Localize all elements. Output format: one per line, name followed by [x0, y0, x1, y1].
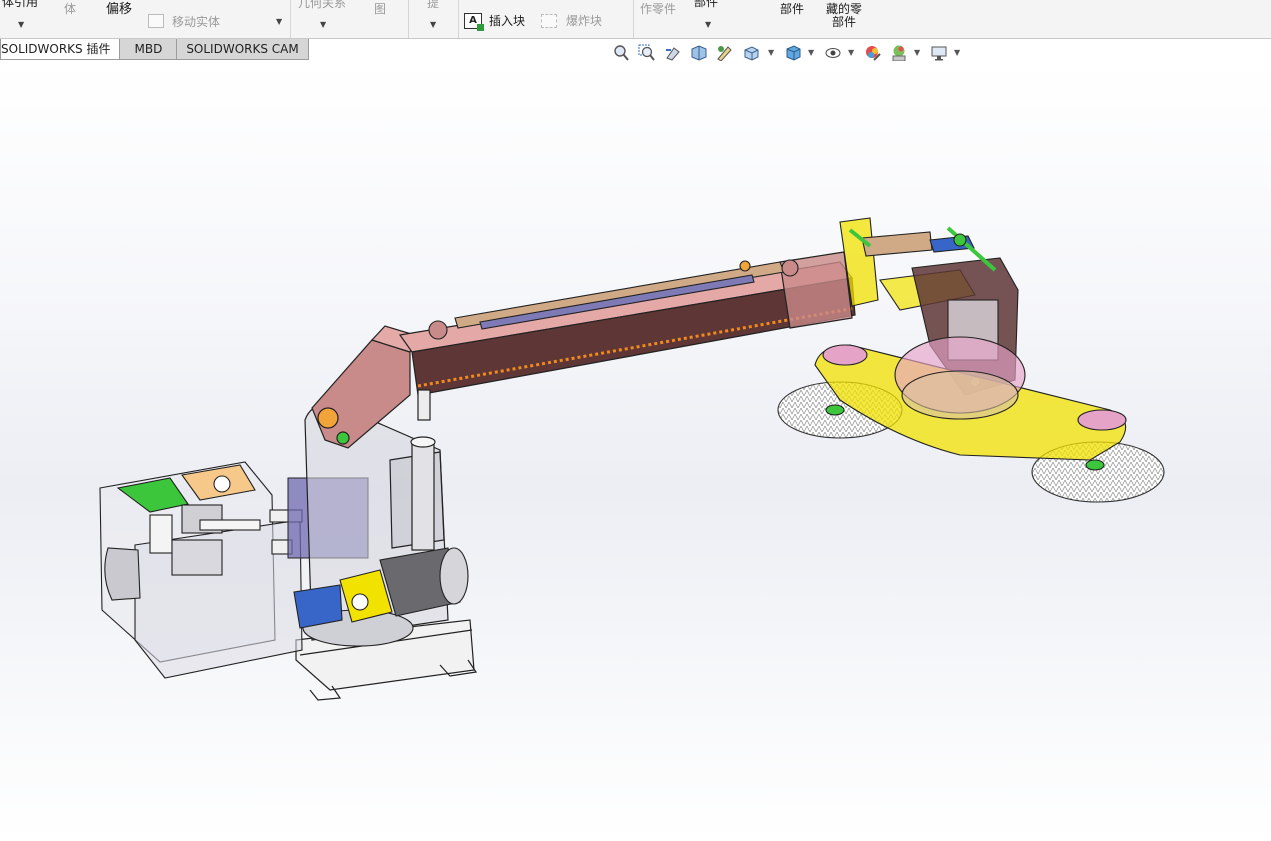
- chevron-down-icon[interactable]: ▼: [276, 17, 282, 26]
- tab-mbd[interactable]: MBD: [119, 39, 178, 60]
- lower-arm: [311, 325, 419, 449]
- main-boom: [398, 251, 856, 421]
- part-button[interactable]: 部件: [694, 0, 718, 9]
- graphics-area[interactable]: [0, 61, 1271, 841]
- ribbon-separator: [408, 0, 409, 38]
- quick-snaps-button[interactable]: 图: [374, 3, 386, 16]
- hint-button[interactable]: 提: [427, 0, 439, 10]
- offset-entities-button[interactable]: 偏移: [106, 3, 132, 16]
- convert-entities-button[interactable]: 体引用: [2, 0, 38, 9]
- display-relations-button[interactable]: 几何关系: [298, 0, 346, 10]
- chevron-down-icon[interactable]: ▼: [18, 20, 24, 29]
- move-entities-icon: [148, 14, 164, 28]
- extrude-body-button[interactable]: 体: [64, 3, 76, 16]
- saw-head: [777, 336, 1165, 503]
- command-manager-ribbon: 体引用 ▼ 体 偏移 移动实体 ▼ 几何关系 ▼ 图 提 ▼ A 插入块 爆炸块…: [0, 0, 1271, 39]
- ribbon-separator: [290, 0, 291, 38]
- hide-show-icon[interactable]: [824, 44, 842, 62]
- chevron-down-icon[interactable]: ▼: [430, 20, 436, 29]
- apply-scene-icon[interactable]: [890, 44, 908, 62]
- chevron-down-icon[interactable]: ▼: [808, 48, 814, 57]
- ribbon-separator: [458, 0, 459, 38]
- chevron-down-icon[interactable]: ▼: [954, 48, 960, 57]
- dynamic-annotation-icon[interactable]: [716, 44, 734, 62]
- insert-block-icon: A: [464, 13, 484, 31]
- previous-view-icon[interactable]: [664, 44, 682, 62]
- hidden-part-label: 部件: [832, 15, 857, 29]
- view-orientation-icon[interactable]: [742, 44, 760, 62]
- explode-block-button[interactable]: 爆炸块: [566, 15, 602, 28]
- chevron-down-icon[interactable]: ▼: [320, 20, 326, 29]
- chevron-down-icon[interactable]: ▼: [768, 48, 774, 57]
- zoom-to-area-icon[interactable]: [638, 44, 656, 62]
- display-style-icon[interactable]: [784, 44, 802, 62]
- tab-solidworks-cam[interactable]: SOLIDWORKS CAM: [176, 39, 309, 60]
- view-settings-icon[interactable]: [930, 44, 948, 62]
- chevron-down-icon[interactable]: ▼: [914, 48, 920, 57]
- chevron-down-icon[interactable]: ▼: [705, 20, 711, 29]
- make-part-button[interactable]: 作零件: [640, 3, 676, 16]
- command-manager-tabs: SOLIDWORKS 插件 MBD SOLIDWORKS CAM: [0, 39, 309, 60]
- hydraulic-power-unit: [99, 461, 303, 679]
- move-entities-button[interactable]: 移动实体: [172, 16, 220, 29]
- edit-appearance-icon[interactable]: [864, 44, 882, 62]
- ribbon-separator: [633, 0, 634, 38]
- explode-block-icon: [541, 14, 557, 28]
- zoom-to-fit-icon[interactable]: [612, 44, 630, 62]
- tab-solidworks-addins[interactable]: SOLIDWORKS 插件: [0, 39, 121, 60]
- cutting-arm-model[interactable]: [0, 61, 1271, 841]
- part-button-2[interactable]: 部件: [780, 3, 804, 16]
- insert-block-button[interactable]: 插入块: [489, 15, 525, 28]
- section-view-icon[interactable]: [690, 44, 708, 62]
- chevron-down-icon[interactable]: ▼: [848, 48, 854, 57]
